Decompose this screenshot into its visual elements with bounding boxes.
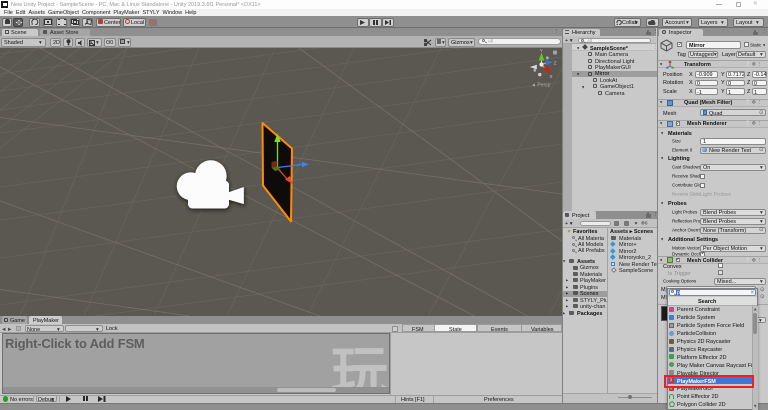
- svg-text:X: X: [550, 74, 553, 79]
- svg-text:◄ Persp: ◄ Persp: [531, 83, 551, 89]
- svg-text:Y: Y: [540, 48, 543, 53]
- svg-text:Z: Z: [554, 61, 557, 66]
